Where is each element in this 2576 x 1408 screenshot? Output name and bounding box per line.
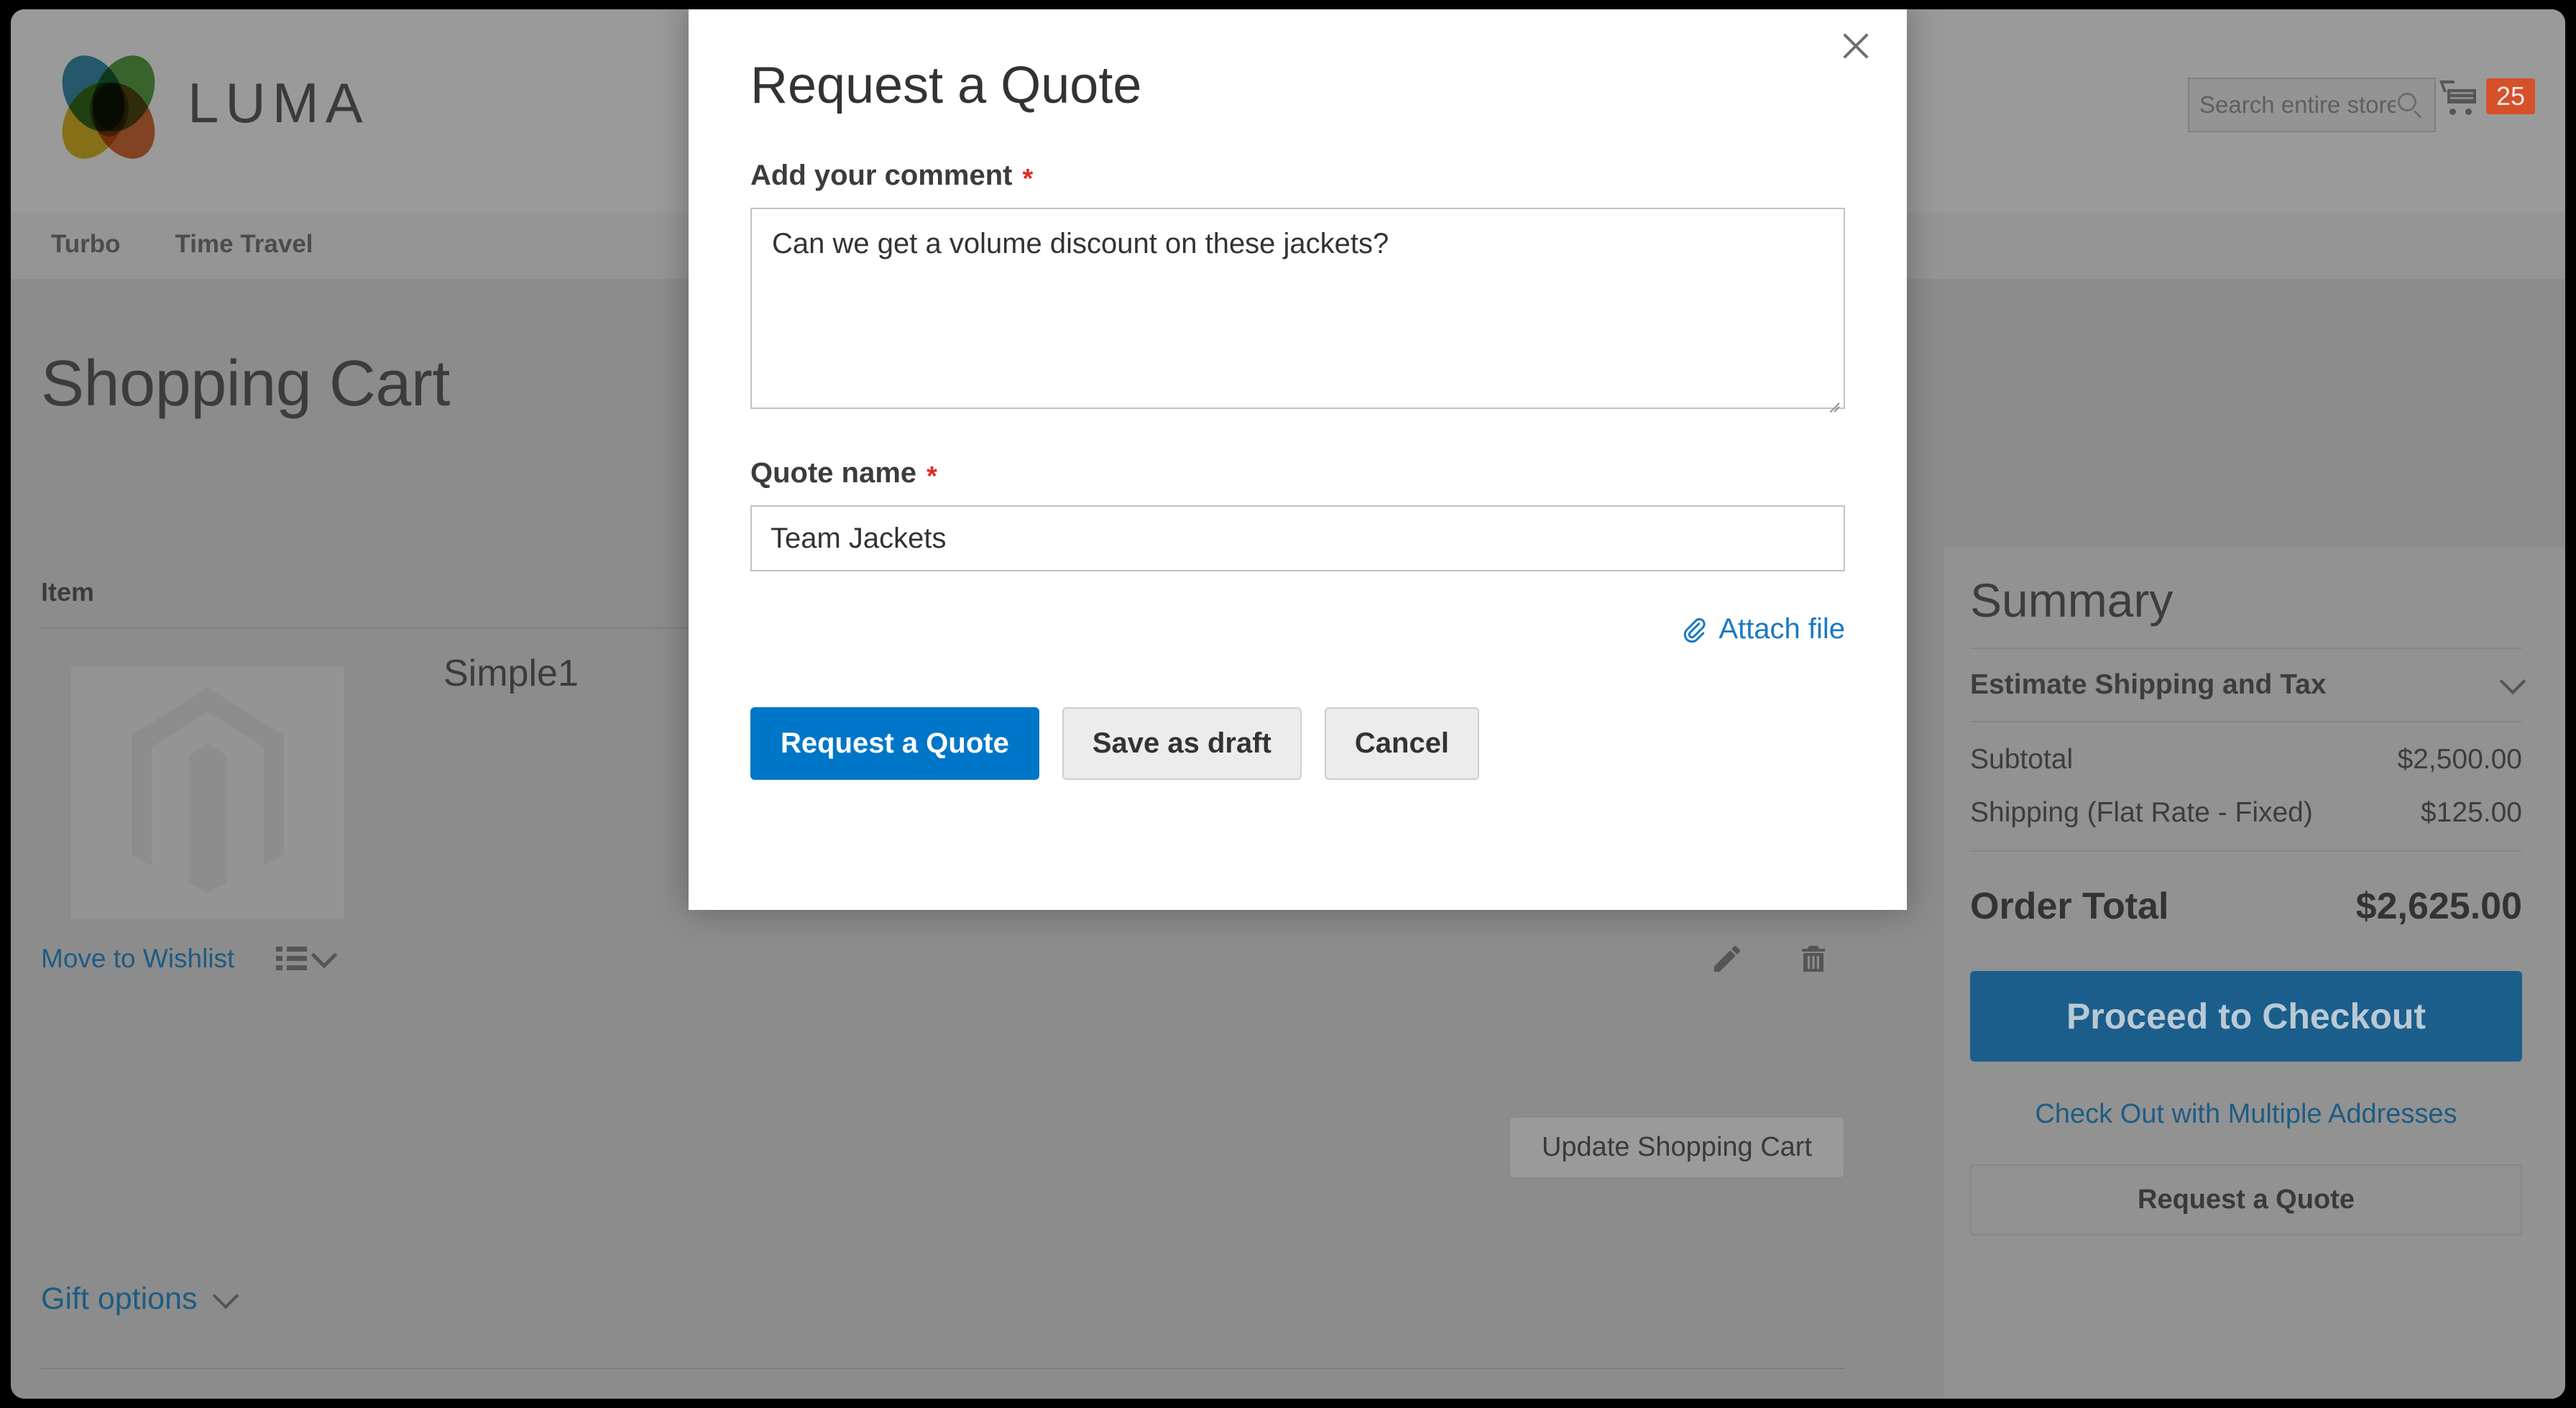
gift-options-label: Gift options: [41, 1282, 198, 1317]
comment-textarea[interactable]: [750, 208, 1845, 409]
nav-item-turbo[interactable]: Turbo: [51, 230, 121, 259]
order-summary-panel: Summary Estimate Shipping and Tax Subtot…: [1944, 547, 2565, 1399]
browser-window: LUMA Search entire store here... 25: [6, 4, 2570, 1404]
row-actions: Move to Wishlist: [41, 942, 1845, 976]
estimate-shipping-toggle[interactable]: Estimate Shipping and Tax: [1970, 669, 2522, 701]
bottom-divider: [41, 1368, 1845, 1369]
estimate-shipping-label: Estimate Shipping and Tax: [1970, 669, 2327, 701]
pencil-icon[interactable]: [1710, 942, 1744, 976]
sidebar-request-quote-button[interactable]: Request a Quote: [1970, 1164, 2522, 1236]
chevron-down-icon: [311, 942, 338, 969]
shipping-value: $125.00: [2421, 797, 2522, 829]
shopping-cart-icon: [2442, 78, 2482, 115]
summary-line-shipping: Shipping (Flat Rate - Fixed) $125.00: [1970, 797, 2522, 829]
chevron-down-icon: [2500, 668, 2526, 695]
wishlist-select[interactable]: [276, 946, 334, 972]
order-total-label: Order Total: [1970, 885, 2168, 928]
search-input[interactable]: Search entire store here...: [2188, 78, 2436, 132]
modal-request-quote-button[interactable]: Request a Quote: [750, 707, 1039, 780]
attach-file-link[interactable]: Attach file: [1719, 613, 1845, 645]
product-thumbnail[interactable]: [71, 666, 344, 919]
checkout-multiple-addresses-link[interactable]: Check Out with Multiple Addresses: [1970, 1099, 2522, 1130]
order-total-value: $2,625.00: [2356, 885, 2522, 928]
list-icon: [276, 946, 308, 972]
summary-line-subtotal: Subtotal $2,500.00: [1970, 744, 2522, 776]
quote-name-input[interactable]: [750, 505, 1845, 571]
proceed-to-checkout-button[interactable]: Proceed to Checkout: [1970, 971, 2522, 1062]
move-to-wishlist-link[interactable]: Move to Wishlist: [41, 944, 234, 974]
shipping-label: Shipping (Flat Rate - Fixed): [1970, 797, 2313, 829]
summary-divider: [1970, 850, 2522, 852]
luma-logo-icon: [55, 49, 163, 157]
cart-button[interactable]: 25: [2442, 78, 2535, 115]
comment-field-label: Add your comment *: [750, 160, 1845, 192]
modal-actions: Request a Quote Save as draft Cancel: [750, 707, 1845, 780]
update-shopping-cart-button[interactable]: Update Shopping Cart: [1509, 1116, 1845, 1179]
cart-count-badge: 25: [2486, 78, 2535, 114]
modal-save-as-draft-button[interactable]: Save as draft: [1062, 707, 1302, 780]
request-a-quote-modal: Request a Quote Add your comment * Quote…: [689, 4, 1907, 910]
search-icon[interactable]: [2396, 91, 2424, 119]
trash-icon[interactable]: [1796, 942, 1831, 976]
gift-options-toggle[interactable]: Gift options: [41, 1282, 235, 1317]
page-title: Shopping Cart: [41, 347, 450, 421]
attach-file-row[interactable]: Attach file: [750, 613, 1845, 645]
brand-name: LUMA: [188, 75, 369, 131]
site-logo[interactable]: LUMA: [55, 49, 369, 157]
chevron-down-icon: [212, 1282, 239, 1309]
required-marker: *: [926, 463, 937, 490]
modal-cancel-button[interactable]: Cancel: [1325, 707, 1479, 780]
quote-name-field-label: Quote name *: [750, 457, 1845, 489]
paperclip-icon: [1681, 615, 1707, 644]
summary-divider: [1970, 721, 2522, 722]
close-icon[interactable]: [1836, 27, 1874, 65]
search-placeholder: Search entire store here...: [2199, 91, 2396, 119]
product-name[interactable]: Simple1: [443, 652, 579, 695]
required-marker: *: [1022, 165, 1033, 193]
summary-title: Summary: [1970, 573, 2522, 627]
nav-item-time-travel[interactable]: Time Travel: [175, 230, 313, 259]
comment-label-text: Add your comment: [750, 160, 1012, 192]
subtotal-label: Subtotal: [1970, 744, 2073, 776]
summary-order-total: Order Total $2,625.00: [1970, 885, 2522, 928]
quote-name-label-text: Quote name: [750, 457, 916, 489]
summary-divider: [1970, 648, 2522, 649]
subtotal-value: $2,500.00: [2397, 744, 2522, 776]
update-cart-row: Update Shopping Cart: [41, 1116, 1845, 1179]
modal-title: Request a Quote: [750, 56, 1845, 115]
